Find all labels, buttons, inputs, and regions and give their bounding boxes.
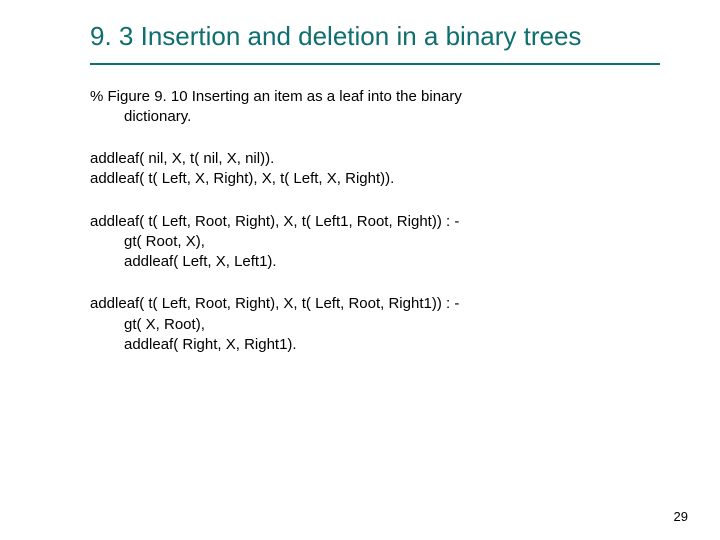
code-line: addleaf( nil, X, t( nil, X, nil)).	[90, 150, 274, 167]
code-line: addleaf( t( Left, Root, Right), X, t( Le…	[90, 295, 459, 312]
page-number: 29	[674, 509, 688, 524]
caption-line-2: dictionary.	[90, 107, 660, 127]
code-line: gt( X, Root),	[90, 315, 660, 335]
slide-title: 9. 3 Insertion and deletion in a binary …	[90, 20, 660, 53]
code-line: gt( Root, X),	[90, 232, 660, 252]
figure-caption: % Figure 9. 10 Inserting an item as a le…	[90, 87, 660, 128]
code-line: addleaf( Right, X, Right1).	[90, 335, 660, 355]
code-block-2: addleaf( t( Left, Root, Right), X, t( Le…	[90, 212, 660, 273]
code-block-3: addleaf( t( Left, Root, Right), X, t( Le…	[90, 294, 660, 355]
code-block-1: addleaf( nil, X, t( nil, X, nil)). addle…	[90, 149, 660, 190]
code-line: addleaf( t( Left, Root, Right), X, t( Le…	[90, 213, 459, 230]
caption-line-1: % Figure 9. 10 Inserting an item as a le…	[90, 88, 462, 105]
code-line: addleaf( Left, X, Left1).	[90, 252, 660, 272]
slide: 9. 3 Insertion and deletion in a binary …	[0, 0, 720, 540]
code-line: addleaf( t( Left, X, Right), X, t( Left,…	[90, 170, 394, 187]
title-underline	[90, 63, 660, 65]
